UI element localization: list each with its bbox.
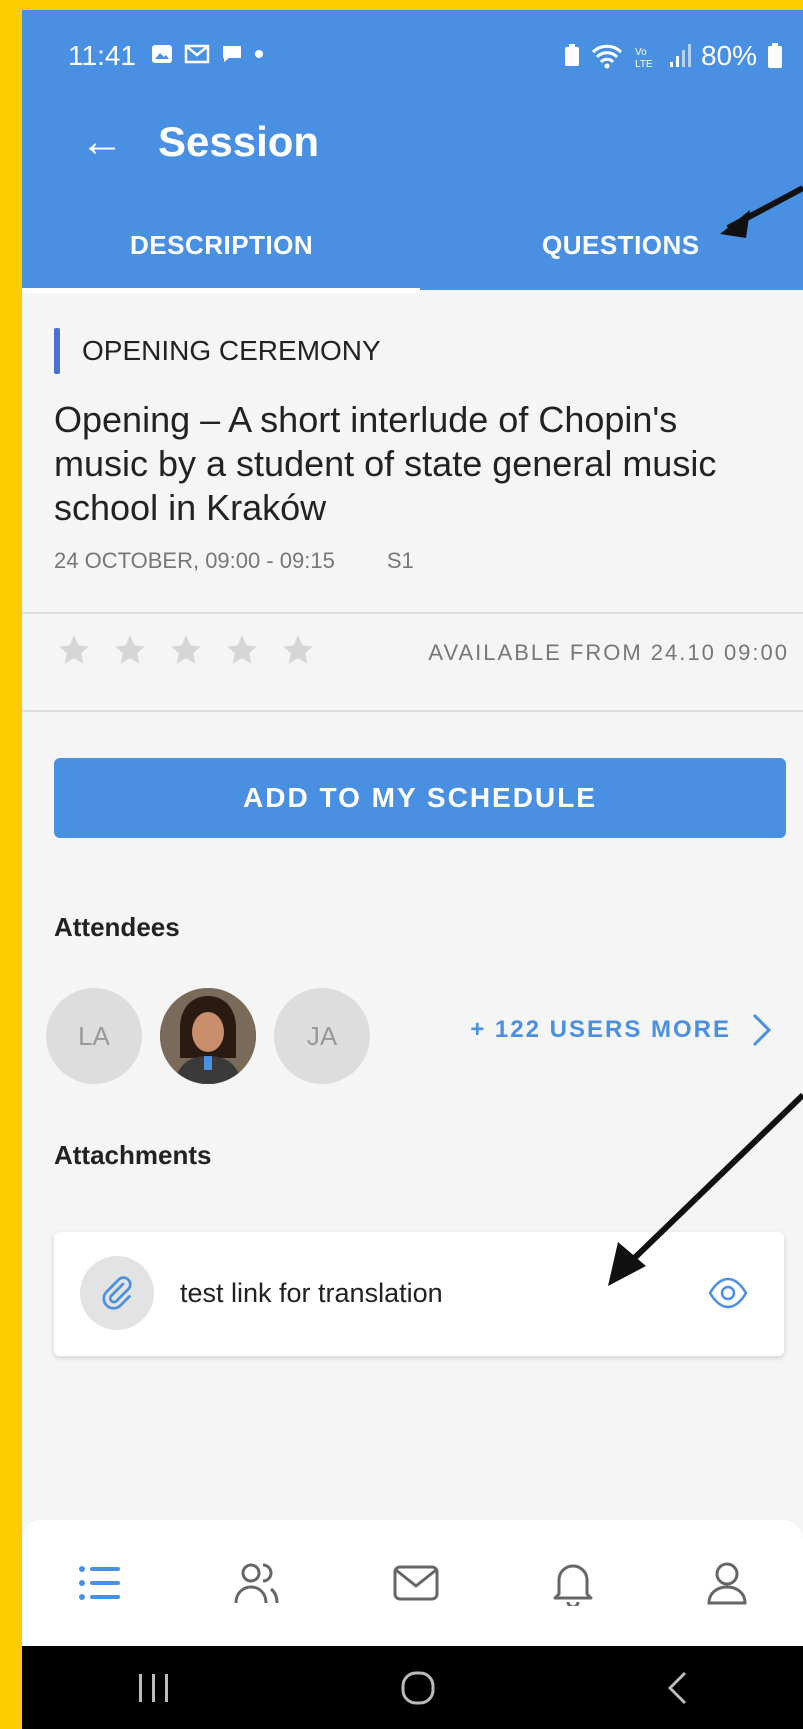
- list-icon[interactable]: [78, 1563, 122, 1603]
- page-title: Session: [158, 118, 320, 165]
- signal-icon: [669, 44, 691, 67]
- divider: [22, 612, 803, 614]
- active-tab-indicator: [22, 288, 420, 293]
- star-icon[interactable]: [56, 632, 92, 668]
- users-icon[interactable]: [233, 1561, 281, 1605]
- chat-icon: [223, 46, 241, 62]
- attachments-heading: Attachments: [54, 1140, 212, 1170]
- attachment-item[interactable]: test link for translation: [54, 1232, 784, 1356]
- avatar[interactable]: JA: [274, 988, 370, 1084]
- battery-saver-icon: [564, 44, 579, 66]
- session-title: Opening – A short interlude of Chopin's …: [54, 399, 717, 528]
- eye-icon[interactable]: [708, 1276, 748, 1310]
- chevron-right-icon: [752, 1013, 772, 1047]
- battery-icon: [768, 43, 782, 68]
- paperclip-icon: [102, 1276, 132, 1310]
- rating-stars[interactable]: [56, 632, 316, 668]
- category-marker: [54, 328, 60, 374]
- session-datetime: 24 OCTOBER, 09:00 - 09:15: [54, 548, 335, 573]
- rating-availability: AVAILABLE FROM 24.10 09:00: [428, 640, 789, 665]
- star-icon[interactable]: [280, 632, 316, 668]
- add-to-schedule-button[interactable]: ADD TO MY SCHEDULE: [54, 758, 786, 838]
- app-bar: 11:41 Vo LTE 80% ← Session DESCRIPTION QU…: [22, 10, 803, 293]
- system-navigation-bar: [22, 1646, 803, 1729]
- back-arrow-icon[interactable]: ←: [80, 120, 124, 164]
- more-attendees-label: + 122 USERS MORE: [470, 1016, 731, 1043]
- home-icon[interactable]: [400, 1670, 436, 1706]
- session-category: OPENING CEREMONY: [82, 335, 381, 366]
- phone-screen: 11:41 Vo LTE 80% ← Session DESCRIPTION QU…: [22, 10, 803, 1729]
- attendee-avatars: LA JA: [46, 988, 370, 1084]
- person-photo-icon: [160, 988, 256, 1084]
- attachment-name: test link for translation: [180, 1278, 443, 1308]
- back-icon[interactable]: [665, 1670, 689, 1706]
- tab-description[interactable]: DESCRIPTION: [130, 230, 313, 261]
- avatar[interactable]: LA: [46, 988, 142, 1084]
- wifi-icon: [591, 44, 623, 69]
- gallery-icon: [152, 45, 172, 63]
- battery-level: 80%: [700, 40, 757, 71]
- dot-icon: [255, 50, 263, 58]
- gmail-icon: [184, 44, 210, 64]
- volte-icon: VoLTE: [635, 47, 653, 69]
- star-icon[interactable]: [224, 632, 260, 668]
- attendees-heading: Attendees: [54, 912, 180, 942]
- divider: [22, 710, 803, 712]
- star-icon[interactable]: [168, 632, 204, 668]
- session-room: S1: [386, 548, 414, 573]
- star-icon[interactable]: [112, 632, 148, 668]
- status-bar: 11:41 Vo LTE 80%: [68, 36, 783, 76]
- tab-questions[interactable]: QUESTIONS: [542, 230, 700, 261]
- bottom-navigation: [22, 1520, 803, 1646]
- more-attendees-link[interactable]: + 122 USERS MORE: [470, 1012, 773, 1048]
- avatar-photo[interactable]: [160, 988, 256, 1084]
- mail-icon[interactable]: [392, 1564, 440, 1602]
- bell-icon[interactable]: [551, 1560, 595, 1606]
- svg-text:LTE: LTE: [635, 59, 653, 69]
- status-time: 11:41: [68, 40, 136, 71]
- profile-icon[interactable]: [706, 1561, 748, 1605]
- recent-apps-icon[interactable]: [137, 1672, 171, 1704]
- svg-text:Vo: Vo: [635, 47, 647, 58]
